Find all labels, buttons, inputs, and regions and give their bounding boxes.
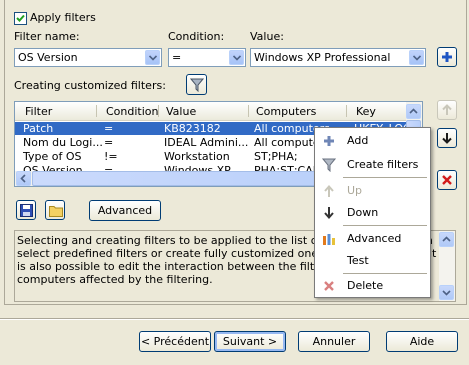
move-down-button[interactable]: [437, 128, 457, 148]
menu-item-label: Up: [347, 184, 363, 197]
filter-name-label: Filter name:: [14, 30, 80, 43]
cell-value: Workstation: [164, 150, 230, 163]
value-label: Value:: [250, 30, 284, 43]
cell-filter: Nom du Logi...: [23, 136, 103, 149]
arrow-down-icon: [442, 133, 452, 144]
cell-filter: Type of OS: [23, 150, 82, 163]
scroll-up-button[interactable]: [439, 232, 454, 247]
advanced-icon: [323, 234, 335, 245]
menu-item-down[interactable]: Down: [315, 202, 430, 224]
plus-icon: [324, 136, 334, 146]
menu-item-label: Delete: [347, 279, 384, 292]
column-condition[interactable]: Condition: [106, 105, 159, 118]
menu-item-label: Create filters: [347, 158, 419, 171]
value-field-value: Windows XP Professional: [254, 51, 391, 64]
previous-button[interactable]: < Précédent: [139, 331, 211, 352]
arrow-up-icon: [442, 104, 452, 115]
checkmark-icon: [16, 14, 25, 22]
condition-label: Condition:: [168, 30, 225, 43]
menu-item-delete[interactable]: Delete: [315, 275, 430, 297]
scroll-up-button[interactable]: [406, 104, 421, 119]
condition-select[interactable]: =: [168, 48, 246, 67]
save-button[interactable]: [16, 200, 36, 220]
help-button[interactable]: Aide: [386, 331, 458, 352]
delete-x-icon: [442, 175, 452, 185]
add-filter-button[interactable]: [437, 47, 457, 67]
plus-icon: [442, 52, 452, 62]
next-button[interactable]: Suivant >: [214, 331, 286, 352]
menu-item-test[interactable]: Test: [315, 250, 430, 272]
column-filter[interactable]: Filter: [25, 105, 52, 118]
scroll-down-button[interactable]: [439, 285, 454, 300]
chevron-up-icon: [442, 236, 451, 242]
delete-x-icon: [324, 281, 334, 291]
list-header: Filter Condition Value Computers Key: [15, 102, 422, 121]
cell-condition: =: [104, 122, 114, 135]
menu-item-create-filters[interactable]: Create filters: [315, 154, 430, 176]
menu-item-label: Test: [347, 254, 369, 267]
chevron-up-icon: [409, 108, 418, 114]
condition-value: =: [172, 51, 182, 64]
cell-condition: =: [104, 136, 114, 149]
open-button[interactable]: [45, 200, 65, 220]
column-key[interactable]: Key: [356, 105, 376, 118]
scroll-thumb[interactable]: [32, 171, 362, 186]
cell-condition: !=: [104, 150, 118, 163]
value-select[interactable]: Windows XP Professional: [250, 48, 426, 67]
filter-name-value: OS Version: [18, 51, 78, 64]
apply-filters-checkbox[interactable]: [14, 12, 27, 25]
menu-separator: [343, 225, 427, 226]
move-up-button[interactable]: [437, 100, 457, 120]
menu-item-up[interactable]: Up: [315, 180, 430, 202]
description-scrollbar[interactable]: [439, 231, 455, 301]
funnel-icon: [190, 78, 204, 92]
arrow-down-icon: [324, 207, 334, 220]
arrow-up-icon: [324, 184, 334, 197]
floppy-disk-icon: [20, 204, 33, 217]
chevron-down-icon: [442, 290, 451, 296]
menu-item-add[interactable]: Add: [315, 130, 430, 152]
delete-filter-button[interactable]: [437, 170, 457, 190]
menu-item-label: Add: [347, 134, 369, 147]
filter-name-select[interactable]: OS Version: [14, 48, 162, 67]
scroll-left-button[interactable]: [16, 171, 31, 186]
menu-item-label: Down: [347, 206, 379, 219]
cell-computers: ST;PHA;: [254, 150, 298, 163]
custom-filters-label: Creating customized filters:: [14, 79, 166, 92]
chevron-down-icon[interactable]: [229, 50, 244, 65]
column-value[interactable]: Value: [166, 105, 196, 118]
apply-filters-label: Apply filters: [30, 11, 96, 24]
create-filters-button[interactable]: [186, 74, 207, 95]
column-computers[interactable]: Computers: [256, 105, 316, 118]
chevron-down-icon[interactable]: [409, 50, 424, 65]
chevron-down-icon[interactable]: [145, 50, 160, 65]
cell-value: IDEAL Admini...: [164, 136, 249, 149]
menu-item-label: Advanced: [347, 232, 402, 245]
cell-filter: Patch: [23, 122, 54, 135]
funnel-icon: [322, 158, 336, 172]
menu-separator: [343, 273, 427, 274]
cancel-button[interactable]: Annuler: [298, 331, 370, 352]
folder-icon: [49, 206, 63, 217]
context-menu: Add Create filters Up Down Advanced Test…: [314, 127, 431, 298]
chevron-left-icon: [20, 174, 26, 183]
menu-item-advanced[interactable]: Advanced: [315, 228, 430, 250]
menu-separator: [343, 177, 427, 178]
advanced-button[interactable]: Advanced: [89, 200, 161, 221]
cell-value: KB823182: [164, 122, 221, 135]
